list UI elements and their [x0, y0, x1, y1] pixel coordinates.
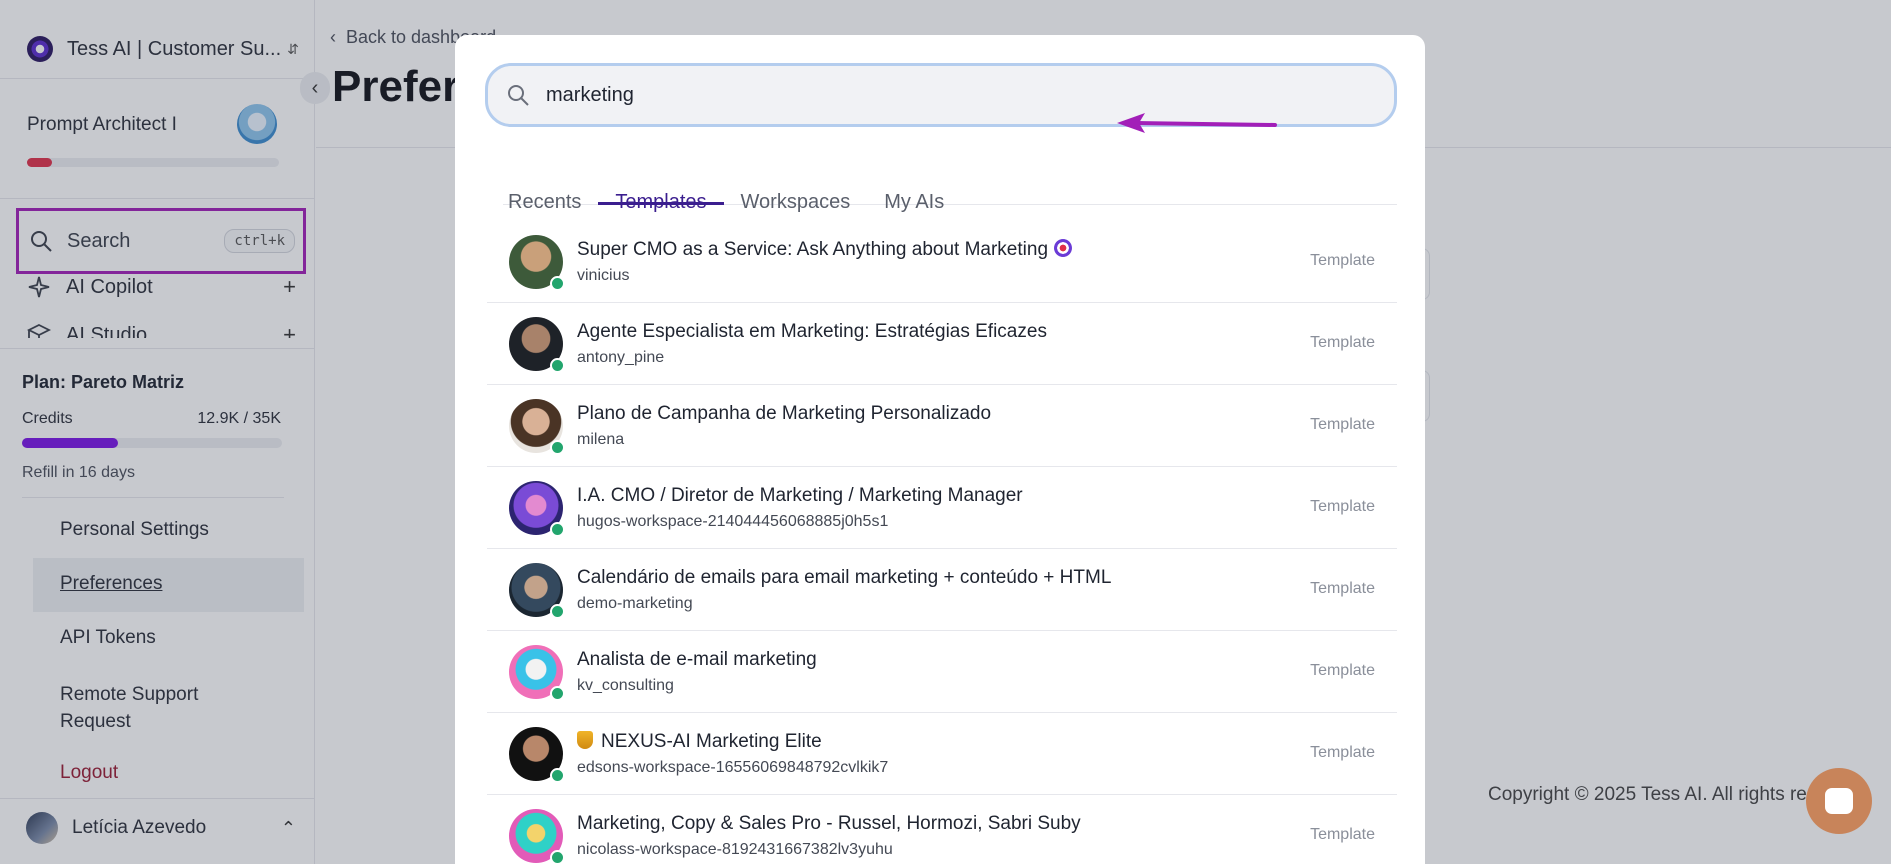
online-status-dot: [550, 357, 565, 373]
result-author: kv_consulting: [577, 676, 674, 694]
result-author: antony_pine: [577, 348, 665, 366]
avatar: [509, 809, 565, 864]
avatar: [509, 562, 565, 619]
result-author: demo-marketing: [577, 594, 693, 612]
tab-templates[interactable]: Templates: [598, 155, 724, 213]
result-item[interactable]: Super CMO as a Service: Ask Anything abo…: [487, 221, 1397, 303]
result-title: Marketing, Copy & Sales Pro - Russel, Ho…: [577, 813, 1081, 834]
chat-bubble-icon: [1825, 788, 1853, 814]
tab-workspaces[interactable]: Workspaces: [724, 155, 868, 213]
result-item[interactable]: Calendário de emails para email marketin…: [487, 549, 1397, 631]
result-item[interactable]: Agente Especialista em Marketing: Estrat…: [487, 303, 1397, 385]
online-status-dot: [550, 685, 565, 701]
result-type: Template: [1310, 580, 1375, 597]
result-title: Calendário de emails para email marketin…: [577, 566, 1112, 588]
avatar: [509, 644, 565, 701]
trophy-emoji-icon: [577, 730, 593, 749]
result-type: Template: [1310, 252, 1375, 269]
search-icon: [508, 85, 529, 106]
avatar: [509, 726, 565, 783]
search-input[interactable]: [546, 83, 1246, 107]
result-author: hugos-workspace-214044456068885j0h5s1: [577, 512, 889, 530]
result-item[interactable]: Plano de Campanha de Marketing Personali…: [487, 385, 1397, 467]
result-title: I.A. CMO / Diretor de Marketing / Market…: [577, 484, 1023, 506]
result-title: NEXUS-AI Marketing Elite: [577, 730, 888, 753]
result-author: milena: [577, 430, 625, 448]
avatar: [509, 234, 565, 291]
tab-recents[interactable]: Recents: [503, 155, 598, 213]
result-type: Template: [1310, 416, 1375, 433]
tab-my-ais[interactable]: My AIs: [867, 155, 961, 213]
online-status-dot: [550, 850, 565, 864]
result-type: Template: [1310, 662, 1375, 679]
online-status-dot: [550, 603, 565, 619]
result-title: Analista de e-mail marketing: [577, 648, 817, 670]
result-item[interactable]: NEXUS-AI Marketing Elite edsons-workspace…: [487, 713, 1397, 795]
result-type: Template: [1310, 826, 1375, 843]
result-author: edsons-workspace-16556069848792cvlkik7: [577, 758, 889, 776]
result-author: vinicius: [577, 266, 630, 284]
result-title: Plano de Campanha de Marketing Personali…: [577, 402, 992, 424]
result-type: Template: [1310, 744, 1375, 761]
online-status-dot: [550, 767, 565, 783]
result-author: nicolass-workspace-8192431667382lv3yuhu: [577, 841, 893, 858]
search-modal: Recents Templates Workspaces My AIs Supe…: [455, 35, 1425, 864]
result-item[interactable]: Marketing, Copy & Sales Pro - Russel, Ho…: [487, 795, 1397, 864]
result-title: Super CMO as a Service: Ask Anything abo…: [577, 238, 1073, 261]
results-list: Super CMO as a Service: Ask Anything abo…: [487, 221, 1397, 864]
result-item[interactable]: I.A. CMO / Diretor de Marketing / Market…: [487, 467, 1397, 549]
avatar: [509, 480, 565, 537]
online-status-dot: [550, 275, 565, 291]
result-type: Template: [1310, 334, 1375, 351]
result-item[interactable]: Analista de e-mail marketing kv_consultin…: [487, 631, 1397, 713]
result-tabs: Recents Templates Workspaces My AIs: [503, 155, 1397, 213]
result-type: Template: [1310, 498, 1375, 515]
target-emoji-icon: [1054, 238, 1073, 257]
result-title: Agente Especialista em Marketing: Estrat…: [577, 320, 1047, 342]
online-status-dot: [550, 521, 565, 537]
avatar: [509, 316, 565, 373]
annotation-arrow-icon: [1117, 113, 1277, 133]
online-status-dot: [550, 439, 565, 455]
chat-support-button[interactable]: [1806, 768, 1872, 834]
avatar: [509, 398, 565, 455]
